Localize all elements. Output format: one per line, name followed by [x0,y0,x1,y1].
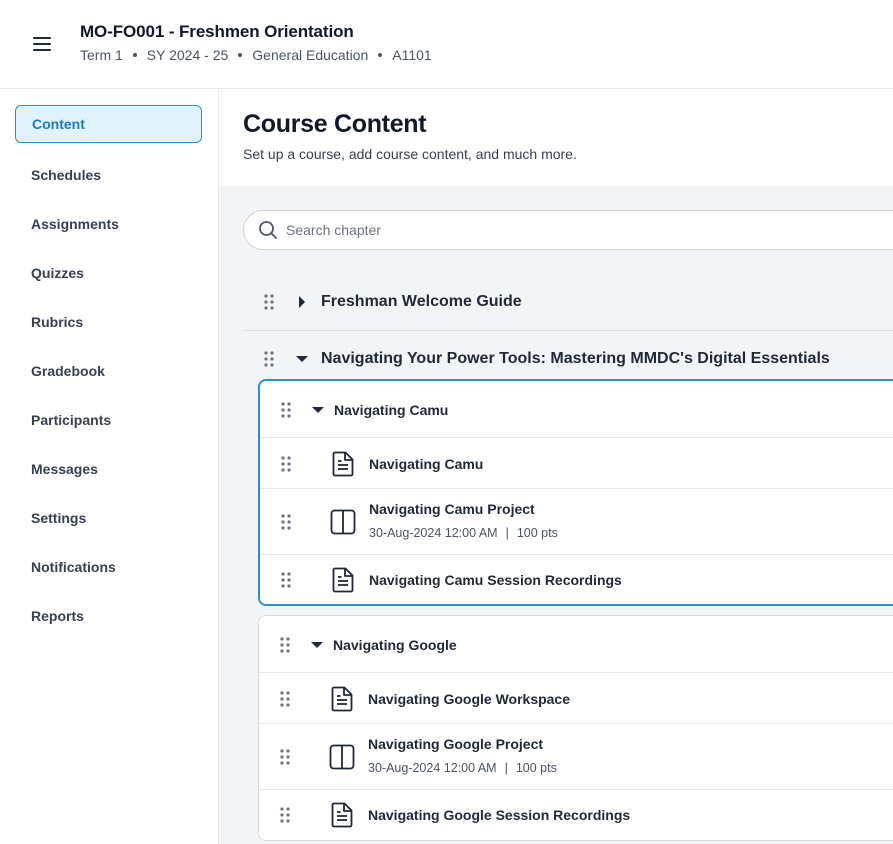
course-title: MO-FO001 - Freshmen Orientation [80,22,354,41]
drag-handle-icon[interactable] [280,513,292,531]
item-title[interactable]: Navigating Google Workspace [368,691,570,707]
sidebar-item-assignments[interactable]: Assignments [15,205,202,243]
caret-down-icon[interactable] [293,350,311,368]
menu-icon [33,37,51,51]
list-item[interactable]: Navigating Google Project 30-Aug-2024 12… [259,724,893,790]
section-header-row[interactable]: Navigating Camu [260,381,893,438]
separator-dot [132,53,137,57]
sidebar-nav: Content Schedules Assignments Quizzes Ru… [0,89,219,844]
sidebar-item-reports[interactable]: Reports [15,597,202,635]
document-icon [329,801,355,829]
drag-handle-icon[interactable] [280,401,292,419]
divider [243,330,893,331]
drag-handle-icon[interactable] [263,350,275,368]
caret-down-icon[interactable] [308,636,326,654]
list-item[interactable]: Navigating Camu Session Recordings [260,555,893,604]
sidebar-item-rubrics[interactable]: Rubrics [15,303,202,341]
assignment-icon [329,743,355,771]
sidebar-item-quizzes[interactable]: Quizzes [15,254,202,292]
sidebar-item-settings[interactable]: Settings [15,499,202,537]
main-content: Course Content Set up a course, add cour… [219,89,893,844]
item-meta: 30-Aug-2024 12:00 AM | 100 pts [369,526,558,540]
drag-handle-icon[interactable] [279,748,291,766]
top-header: MO-FO001 - Freshmen Orientation Term 1 S… [0,0,893,89]
meta-separator: | [505,526,509,540]
sidebar-item-schedules[interactable]: Schedules [15,156,202,194]
drag-handle-icon[interactable] [279,690,291,708]
item-title[interactable]: Navigating Google Project [368,736,543,752]
list-item[interactable]: Navigating Camu Project 30-Aug-2024 12:0… [260,489,893,555]
program-label: General Education [252,47,369,63]
term-label: Term 1 [80,47,123,63]
document-icon [330,566,356,594]
caret-down-icon[interactable] [309,401,327,419]
section-title[interactable]: Navigating Camu [334,402,448,418]
chapter-title[interactable]: Freshman Welcome Guide [321,293,522,311]
list-item[interactable]: Navigating Camu [260,438,893,489]
page-title: Course Content [243,110,427,138]
assignment-icon [330,508,356,536]
item-title[interactable]: Navigating Camu Session Recordings [369,572,622,588]
chapter-row[interactable]: Freshman Welcome Guide [243,289,893,315]
drag-handle-icon[interactable] [280,571,292,589]
sidebar-item-notifications[interactable]: Notifications [15,548,202,586]
chapter-title[interactable]: Navigating Your Power Tools: Mastering M… [321,350,830,368]
section-card[interactable]: Navigating Google Navigating Google Work… [258,615,893,841]
list-item[interactable]: Navigating Google Session Recordings [259,790,893,840]
drag-handle-icon[interactable] [279,636,291,654]
item-title[interactable]: Navigating Camu [369,456,483,472]
separator-dot [378,53,383,57]
item-meta: 30-Aug-2024 12:00 AM | 100 pts [368,761,557,775]
drag-handle-icon[interactable] [280,455,292,473]
drag-handle-icon[interactable] [263,293,275,311]
section-header-row[interactable]: Navigating Google [259,616,893,673]
page-subtitle: Set up a course, add course content, and… [243,146,577,162]
points: 100 pts [515,761,557,775]
points: 100 pts [516,526,558,540]
document-icon [330,450,356,478]
search-bar[interactable] [243,210,893,250]
search-input[interactable] [286,222,846,238]
sidebar-item-messages[interactable]: Messages [15,450,202,488]
drag-handle-icon[interactable] [279,806,291,824]
page-header: Course Content Set up a course, add cour… [219,89,893,186]
list-item[interactable]: Navigating Google Workspace [259,673,893,724]
chapter-row[interactable]: Navigating Your Power Tools: Mastering M… [243,346,893,372]
due-date: 30-Aug-2024 12:00 AM [369,526,498,540]
course-meta: Term 1 SY 2024 - 25 General Education A1… [80,47,432,63]
search-icon [259,221,277,239]
sidebar-item-content[interactable]: Content [15,105,202,143]
document-icon [329,685,355,713]
sidebar-item-participants[interactable]: Participants [15,401,202,439]
separator-dot [238,53,243,57]
meta-separator: | [504,761,508,775]
section-title[interactable]: Navigating Google [333,637,457,653]
item-title[interactable]: Navigating Google Session Recordings [368,807,630,823]
sidebar-item-gradebook[interactable]: Gradebook [15,352,202,390]
due-date: 30-Aug-2024 12:00 AM [368,761,497,775]
hamburger-menu-button[interactable] [24,28,60,60]
section-code-label: A1101 [392,47,432,63]
caret-right-icon[interactable] [293,293,311,311]
item-title[interactable]: Navigating Camu Project [369,501,535,517]
school-year-label: SY 2024 - 25 [146,47,229,63]
section-card-selected[interactable]: Navigating Camu Navigating Camu Navigati… [258,379,893,606]
